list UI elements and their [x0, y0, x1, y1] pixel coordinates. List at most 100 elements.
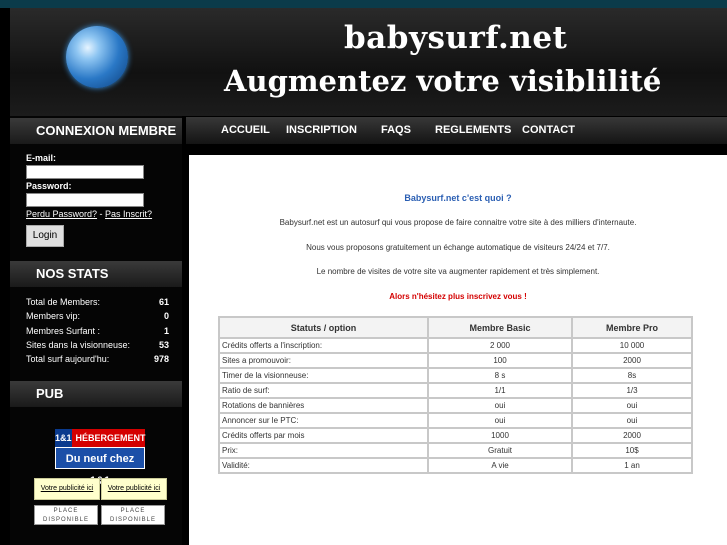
table-row: Prix: Gratuit 10$: [218, 442, 693, 459]
option-label-cell: Rotations de bannières: [218, 397, 429, 414]
pro-value-cell: 1 an: [571, 457, 693, 474]
option-label-cell: Crédits offerts a l'inscription:: [218, 337, 429, 354]
basic-value-cell: 8 s: [427, 367, 573, 384]
ad-slot-1[interactable]: Votre publicité ici: [34, 478, 100, 500]
stat-row: Members vip: 0: [26, 309, 169, 323]
table-header-row: Statuts / option Membre Basic Membre Pro: [218, 316, 693, 339]
site-name: babysurf.net: [344, 20, 568, 56]
table-row: Timer de la visionneuse: 8 s 8s: [218, 367, 693, 384]
stat-label: Membres Surfant :: [26, 325, 101, 336]
intro-paragraph: Nous vous proposons gratuitement un écha…: [306, 243, 610, 252]
banner-number: 1&1: [55, 429, 72, 447]
basic-value-cell: 2 000: [427, 337, 573, 354]
register-link[interactable]: Pas Inscrit?: [105, 209, 152, 219]
stat-label: Sites dans la visionneuse:: [26, 339, 131, 350]
nav-faqs[interactable]: FAQS: [381, 117, 411, 144]
main-nav: ACCUEIL INSCRIPTION FAQS REGLEMENTS CONT…: [186, 117, 727, 144]
stats-box-title: NOS STATS: [10, 261, 182, 287]
stat-value: 61: [158, 297, 169, 307]
place-available-2[interactable]: PLACE DISPONIBLE: [101, 505, 165, 525]
basic-value-cell: Gratuit: [427, 442, 573, 459]
option-label-cell: Ratio de surf:: [218, 382, 429, 399]
table-row: Crédits offerts par mois 1000 2000: [218, 427, 693, 444]
place-available-1[interactable]: PLACE DISPONIBLE: [34, 505, 98, 525]
stat-row: Membres Surfant : 1: [26, 324, 169, 338]
links-separator: -: [97, 209, 106, 219]
nav-accueil[interactable]: ACCUEIL: [221, 117, 270, 144]
basic-value-cell: 1/1: [427, 382, 573, 399]
option-label-cell: Prix:: [218, 442, 429, 459]
site-tagline: Augmentez votre visiblilité: [224, 64, 662, 98]
table-row: Ratio de surf: 1/1 1/3: [218, 382, 693, 399]
stat-row: Sites dans la visionneuse: 53: [26, 338, 169, 352]
place-text: PLACE: [53, 508, 79, 514]
password-field[interactable]: [26, 193, 144, 207]
basic-value-cell: oui: [427, 397, 573, 414]
signup-cta: Alors n'hésitez plus inscrivez vous !: [389, 292, 527, 301]
pro-value-cell: 8s: [571, 367, 693, 384]
basic-value-cell: 100: [427, 352, 573, 369]
stat-row: Total de Members: 61: [26, 295, 169, 309]
login-links: Perdu Password? - Pas Inscrit?: [26, 209, 152, 219]
intro-paragraph: Babysurf.net est un autosurf qui vous pr…: [279, 218, 637, 227]
stats-list: Total de Members: 61 Members vip: 0 Membre…: [26, 295, 169, 366]
ad-slot-2[interactable]: Votre publicité ici: [101, 478, 167, 500]
option-label-cell: Sites a promouvoir:: [218, 352, 429, 369]
top-strip: [0, 0, 727, 8]
basic-value-cell: A vie: [427, 457, 573, 474]
option-label-cell: Crédits offerts par mois: [218, 427, 429, 444]
pro-value-cell: 1/3: [571, 382, 693, 399]
nav-reglements[interactable]: REGLEMENTS: [435, 117, 511, 144]
table-row: Rotations de bannières oui oui: [218, 397, 693, 414]
basic-value-cell: oui: [427, 412, 573, 429]
email-field[interactable]: [26, 165, 144, 179]
stat-label: Total surf aujourd'hu:: [26, 354, 110, 365]
membership-comparison-table: Statuts / option Membre Basic Membre Pro…: [218, 316, 693, 474]
table-row: Annoncer sur le PTC: oui oui: [218, 412, 693, 429]
option-label-cell: Annoncer sur le PTC:: [218, 412, 429, 429]
place-text: PLACE: [120, 508, 146, 514]
pro-value-cell: 2000: [571, 352, 693, 369]
nav-inscription[interactable]: INSCRIPTION: [286, 117, 357, 144]
site-header: babysurf.net Augmentez votre visiblilité: [10, 8, 727, 116]
banner-bottom-text: Du neuf chez 1&1: [55, 447, 145, 487]
table-row: Sites a promouvoir: 100 2000: [218, 352, 693, 369]
main-content: Babysurf.net c'est quoi ? Babysurf.net e…: [189, 155, 727, 545]
hosting-banner-ad[interactable]: 1&1 HÉBERGEMENT Du neuf chez 1&1: [55, 429, 146, 487]
stat-value: 53: [158, 339, 169, 350]
nav-contact[interactable]: CONTACT: [522, 117, 575, 144]
email-label: E-mail:: [26, 153, 57, 163]
login-button[interactable]: Login: [26, 225, 64, 247]
place-text: DISPONIBLE: [42, 517, 89, 523]
stat-label: Members vip:: [26, 311, 81, 322]
stat-value: 0: [163, 311, 169, 322]
option-label-cell: Timer de la visionneuse:: [218, 367, 429, 384]
table-row: Crédits offerts a l'inscription: 2 000 10 …: [218, 337, 693, 354]
sidebar: CONNEXION MEMBRE E-mail: Password: Perdu…: [10, 116, 182, 545]
intro-paragraph: Le nombre de visites de votre site va au…: [316, 267, 600, 276]
intro-title: Babysurf.net c'est quoi ?: [404, 193, 512, 203]
stat-row: Total surf aujourd'hu: 978: [26, 352, 169, 366]
table-header: Statuts / option: [218, 316, 429, 339]
table-row: Validité: A vie 1 an: [218, 457, 693, 474]
basic-value-cell: 1000: [427, 427, 573, 444]
pro-value-cell: oui: [571, 397, 693, 414]
table-header: Membre Pro: [571, 316, 693, 339]
password-label: Password:: [26, 181, 72, 191]
place-text: DISPONIBLE: [109, 517, 156, 523]
pub-box-title: PUB: [10, 381, 182, 407]
login-box-title: CONNEXION MEMBRE: [10, 118, 182, 144]
table-header: Membre Basic: [427, 316, 573, 339]
globe-logo-icon: [66, 26, 128, 88]
stat-value: 978: [153, 354, 169, 365]
forgot-password-link[interactable]: Perdu Password?: [26, 209, 97, 219]
option-label-cell: Validité:: [218, 457, 429, 474]
pro-value-cell: 10 000: [571, 337, 693, 354]
pro-value-cell: 2000: [571, 427, 693, 444]
stat-label: Total de Members:: [26, 297, 101, 307]
login-form: E-mail: Password: Perdu Password? - Pas …: [26, 153, 152, 247]
stat-value: 1: [163, 325, 169, 336]
banner-top-text: HÉBERGEMENT: [75, 433, 146, 443]
pro-value-cell: 10$: [571, 442, 693, 459]
pro-value-cell: oui: [571, 412, 693, 429]
